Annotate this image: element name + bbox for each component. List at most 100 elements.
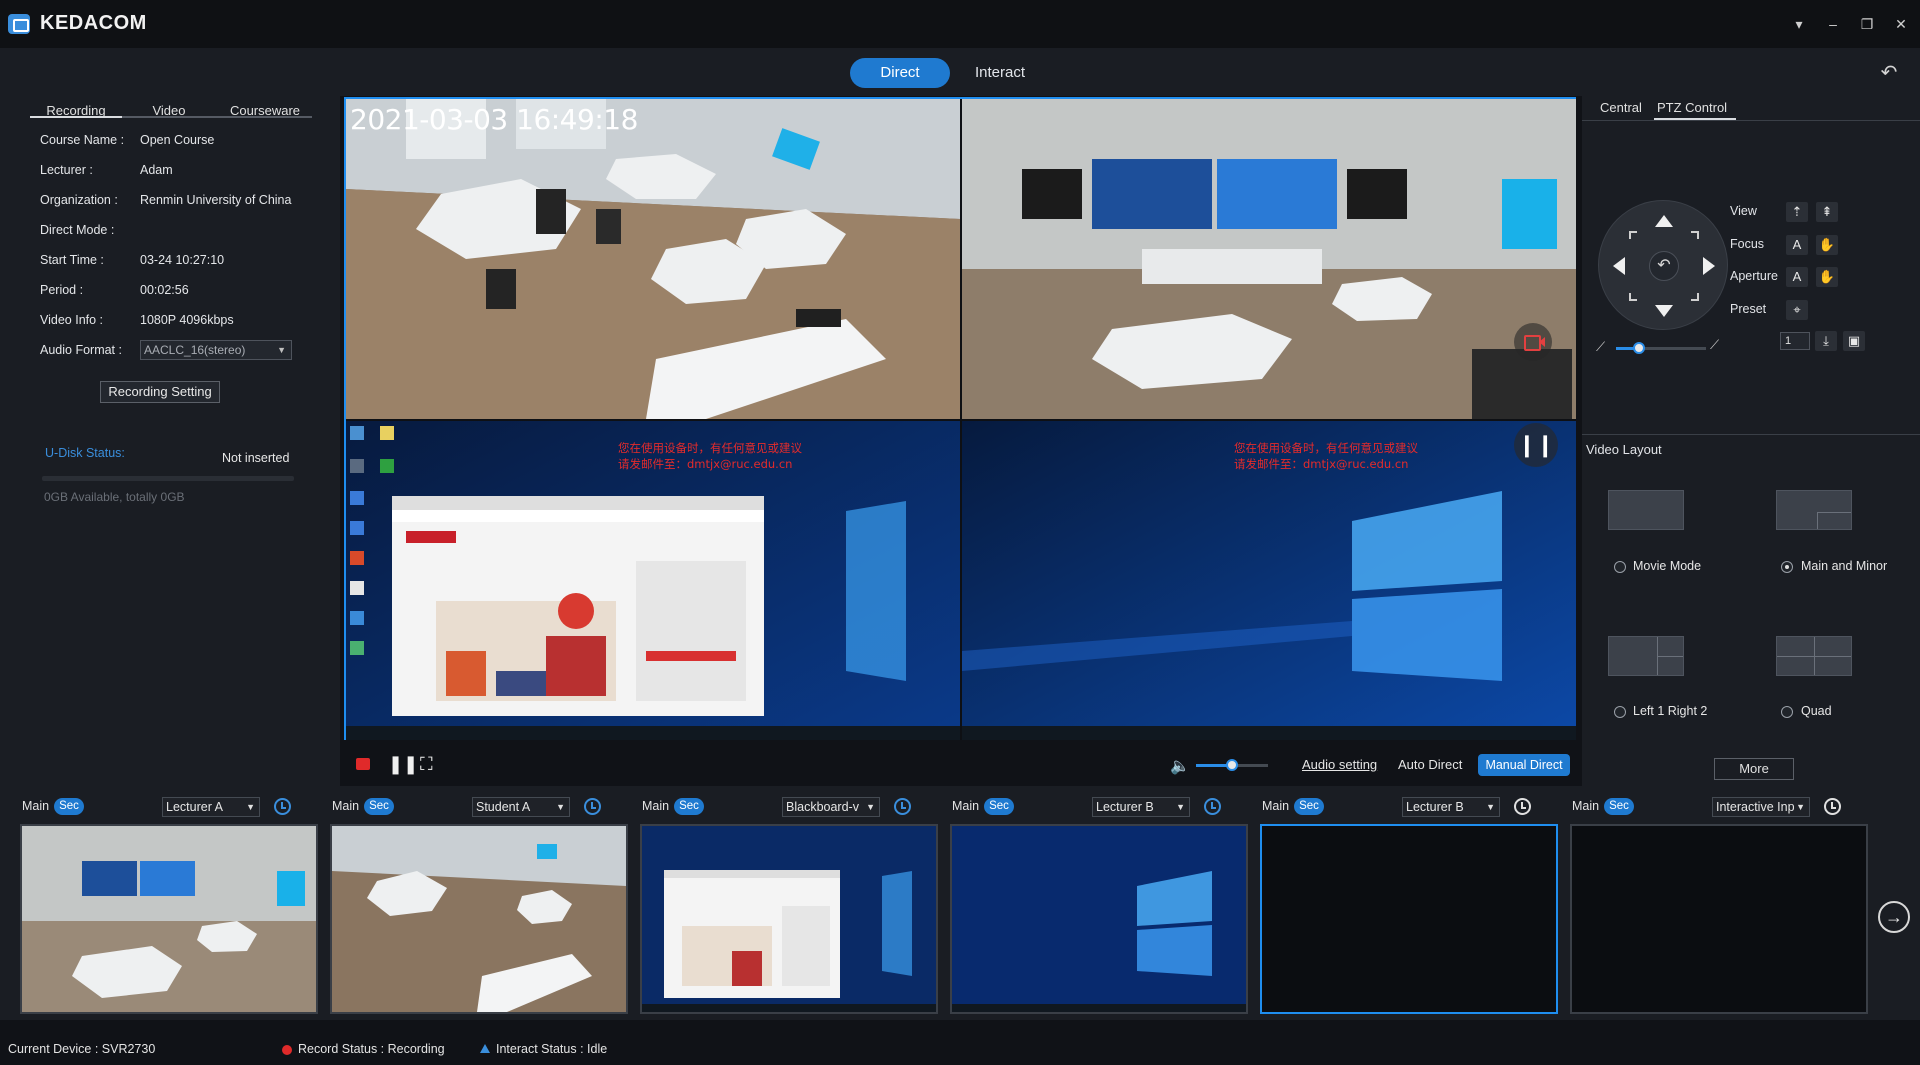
layout-main-minor-radio[interactable]	[1781, 561, 1793, 573]
tab-interact[interactable]: Interact	[960, 58, 1040, 88]
record-camera-icon[interactable]	[1514, 323, 1552, 361]
clock-icon[interactable]	[894, 798, 911, 815]
preset-load-icon[interactable]: ⤓	[1815, 331, 1837, 351]
source-select[interactable]: Lecturer B ▼	[1402, 797, 1500, 817]
restore-icon[interactable]: ❐	[1856, 14, 1878, 34]
source-preview[interactable]	[950, 824, 1248, 1014]
layout-left1-right2-label[interactable]: Left 1 Right 2	[1633, 704, 1707, 718]
arrow-up-right-icon[interactable]	[1691, 231, 1699, 239]
recording-setting-button[interactable]: Recording Setting	[100, 381, 220, 403]
layout-quad-radio[interactable]	[1781, 706, 1793, 718]
source-main-label[interactable]: Main	[332, 799, 359, 813]
source-sec-badge[interactable]: Sec	[1294, 798, 1324, 815]
source-sec-badge[interactable]: Sec	[674, 798, 704, 815]
more-button[interactable]: More	[1714, 758, 1794, 780]
aperture-manual-hand-icon[interactable]: ✋	[1816, 267, 1838, 287]
layout-movie-thumb[interactable]	[1608, 490, 1684, 530]
layout-left1-right2-thumb[interactable]	[1608, 636, 1684, 676]
view-up-icon[interactable]: ⇡	[1786, 202, 1808, 222]
source-main-label[interactable]: Main	[1262, 799, 1289, 813]
close-icon[interactable]: ✕	[1890, 14, 1912, 34]
source-select[interactable]: Lecturer A ▼	[162, 797, 260, 817]
audio-format-select[interactable]: AACLC_16(stereo) ▼	[140, 340, 292, 360]
recording-info-panel: Recording Video Courseware Course Name :…	[0, 96, 340, 786]
source-select-value: Lecturer B	[1096, 800, 1154, 814]
ptz-reset-icon[interactable]: ↶	[1649, 251, 1679, 281]
zoom-in-icon[interactable]: ⟋	[1710, 337, 1719, 353]
zoom-slider-handle[interactable]	[1632, 342, 1645, 354]
clock-icon[interactable]	[1514, 798, 1531, 815]
tab-central[interactable]: Central	[1600, 100, 1642, 115]
zoom-out-icon[interactable]: ⟋	[1596, 339, 1605, 355]
source-main-label[interactable]: Main	[22, 799, 49, 813]
layout-main-minor-thumb[interactable]	[1776, 490, 1852, 530]
minimize-icon[interactable]: –	[1822, 14, 1844, 34]
arrow-up-left-icon[interactable]	[1629, 231, 1637, 239]
source-main-label[interactable]: Main	[1572, 799, 1599, 813]
source-main-label[interactable]: Main	[642, 799, 669, 813]
source-preview[interactable]	[20, 824, 318, 1014]
back-icon[interactable]: ↶	[1876, 60, 1902, 86]
focus-auto-icon[interactable]: A	[1786, 235, 1808, 255]
arrow-down-right-icon[interactable]	[1691, 293, 1699, 301]
source-select[interactable]: Interactive Inp ▼	[1712, 797, 1810, 817]
layout-main-minor-label[interactable]: Main and Minor	[1801, 559, 1887, 573]
aperture-auto-icon[interactable]: A	[1786, 267, 1808, 287]
pause-overlay-button[interactable]: ❙❙	[1514, 423, 1558, 467]
source-sec-badge[interactable]: Sec	[364, 798, 394, 815]
arrow-right-icon[interactable]	[1703, 257, 1715, 275]
manual-direct-button[interactable]: Manual Direct	[1478, 754, 1570, 776]
audio-format-label: Audio Format :	[40, 343, 122, 357]
clock-icon[interactable]	[1824, 798, 1841, 815]
source-preview[interactable]	[330, 824, 628, 1014]
tab-recording[interactable]: Recording	[30, 100, 122, 122]
layout-quad-label[interactable]: Quad	[1801, 704, 1832, 718]
tab-video[interactable]: Video	[126, 100, 212, 122]
source-sec-badge[interactable]: Sec	[984, 798, 1014, 815]
source-preview[interactable]	[1260, 824, 1558, 1014]
source-select[interactable]: Student A ▼	[472, 797, 570, 817]
arrow-down-icon[interactable]	[1655, 305, 1673, 317]
ptz-direction-pad[interactable]: ↶	[1598, 200, 1728, 330]
preset-save-icon[interactable]: ▣	[1843, 331, 1865, 351]
volume-slider-handle[interactable]	[1226, 759, 1238, 771]
clock-icon[interactable]	[1204, 798, 1221, 815]
organization-label: Organization :	[40, 193, 118, 207]
next-page-arrow-icon[interactable]: →	[1878, 901, 1910, 933]
preset-number-input[interactable]: 1	[1780, 332, 1810, 350]
focus-manual-hand-icon[interactable]: ✋	[1816, 235, 1838, 255]
source-header: Main Sec Lecturer A ▼	[16, 796, 318, 818]
record-icon[interactable]	[356, 758, 370, 770]
arrow-down-left-icon[interactable]	[1629, 293, 1637, 301]
layout-movie-label[interactable]: Movie Mode	[1633, 559, 1701, 573]
main-preview[interactable]: 2021-03-03 16:49:18 您在使用设备时，有任何意见或建议 请发邮…	[344, 97, 1576, 740]
udisk-status: Not inserted	[222, 451, 290, 465]
clock-icon[interactable]	[274, 798, 291, 815]
audio-setting-link[interactable]: Audio setting	[1302, 757, 1377, 772]
source-select[interactable]: Blackboard-v ▼	[782, 797, 880, 817]
clock-icon[interactable]	[584, 798, 601, 815]
source-preview[interactable]	[1570, 824, 1868, 1014]
pause-icon[interactable]: ❚❚	[388, 754, 418, 774]
tab-ptz-control[interactable]: PTZ Control	[1657, 100, 1727, 115]
tab-courseware[interactable]: Courseware	[218, 100, 312, 122]
focus-label: Focus	[1730, 237, 1765, 251]
view-person-icon[interactable]: ⇞	[1816, 202, 1838, 222]
menu-dropdown-icon[interactable]: ▾	[1788, 14, 1810, 34]
source-sec-badge[interactable]: Sec	[1604, 798, 1634, 815]
source-main-label[interactable]: Main	[952, 799, 979, 813]
layout-left1-right2-radio[interactable]	[1614, 706, 1626, 718]
source-sec-badge[interactable]: Sec	[54, 798, 84, 815]
volume-icon[interactable]: 🔈	[1170, 756, 1190, 776]
auto-direct-button[interactable]: Auto Direct	[1398, 757, 1462, 772]
tab-direct[interactable]: Direct	[850, 58, 950, 88]
fullscreen-icon[interactable]: ⛶	[420, 754, 440, 774]
source-preview[interactable]	[640, 824, 938, 1014]
layout-movie-radio[interactable]	[1614, 561, 1626, 573]
source-tile: Main Sec Student A ▼	[326, 796, 628, 1018]
source-select[interactable]: Lecturer B ▼	[1092, 797, 1190, 817]
arrow-up-icon[interactable]	[1655, 215, 1673, 227]
arrow-left-icon[interactable]	[1613, 257, 1625, 275]
preset-location-icon[interactable]: ⌖	[1786, 300, 1808, 320]
layout-quad-thumb[interactable]	[1776, 636, 1852, 676]
